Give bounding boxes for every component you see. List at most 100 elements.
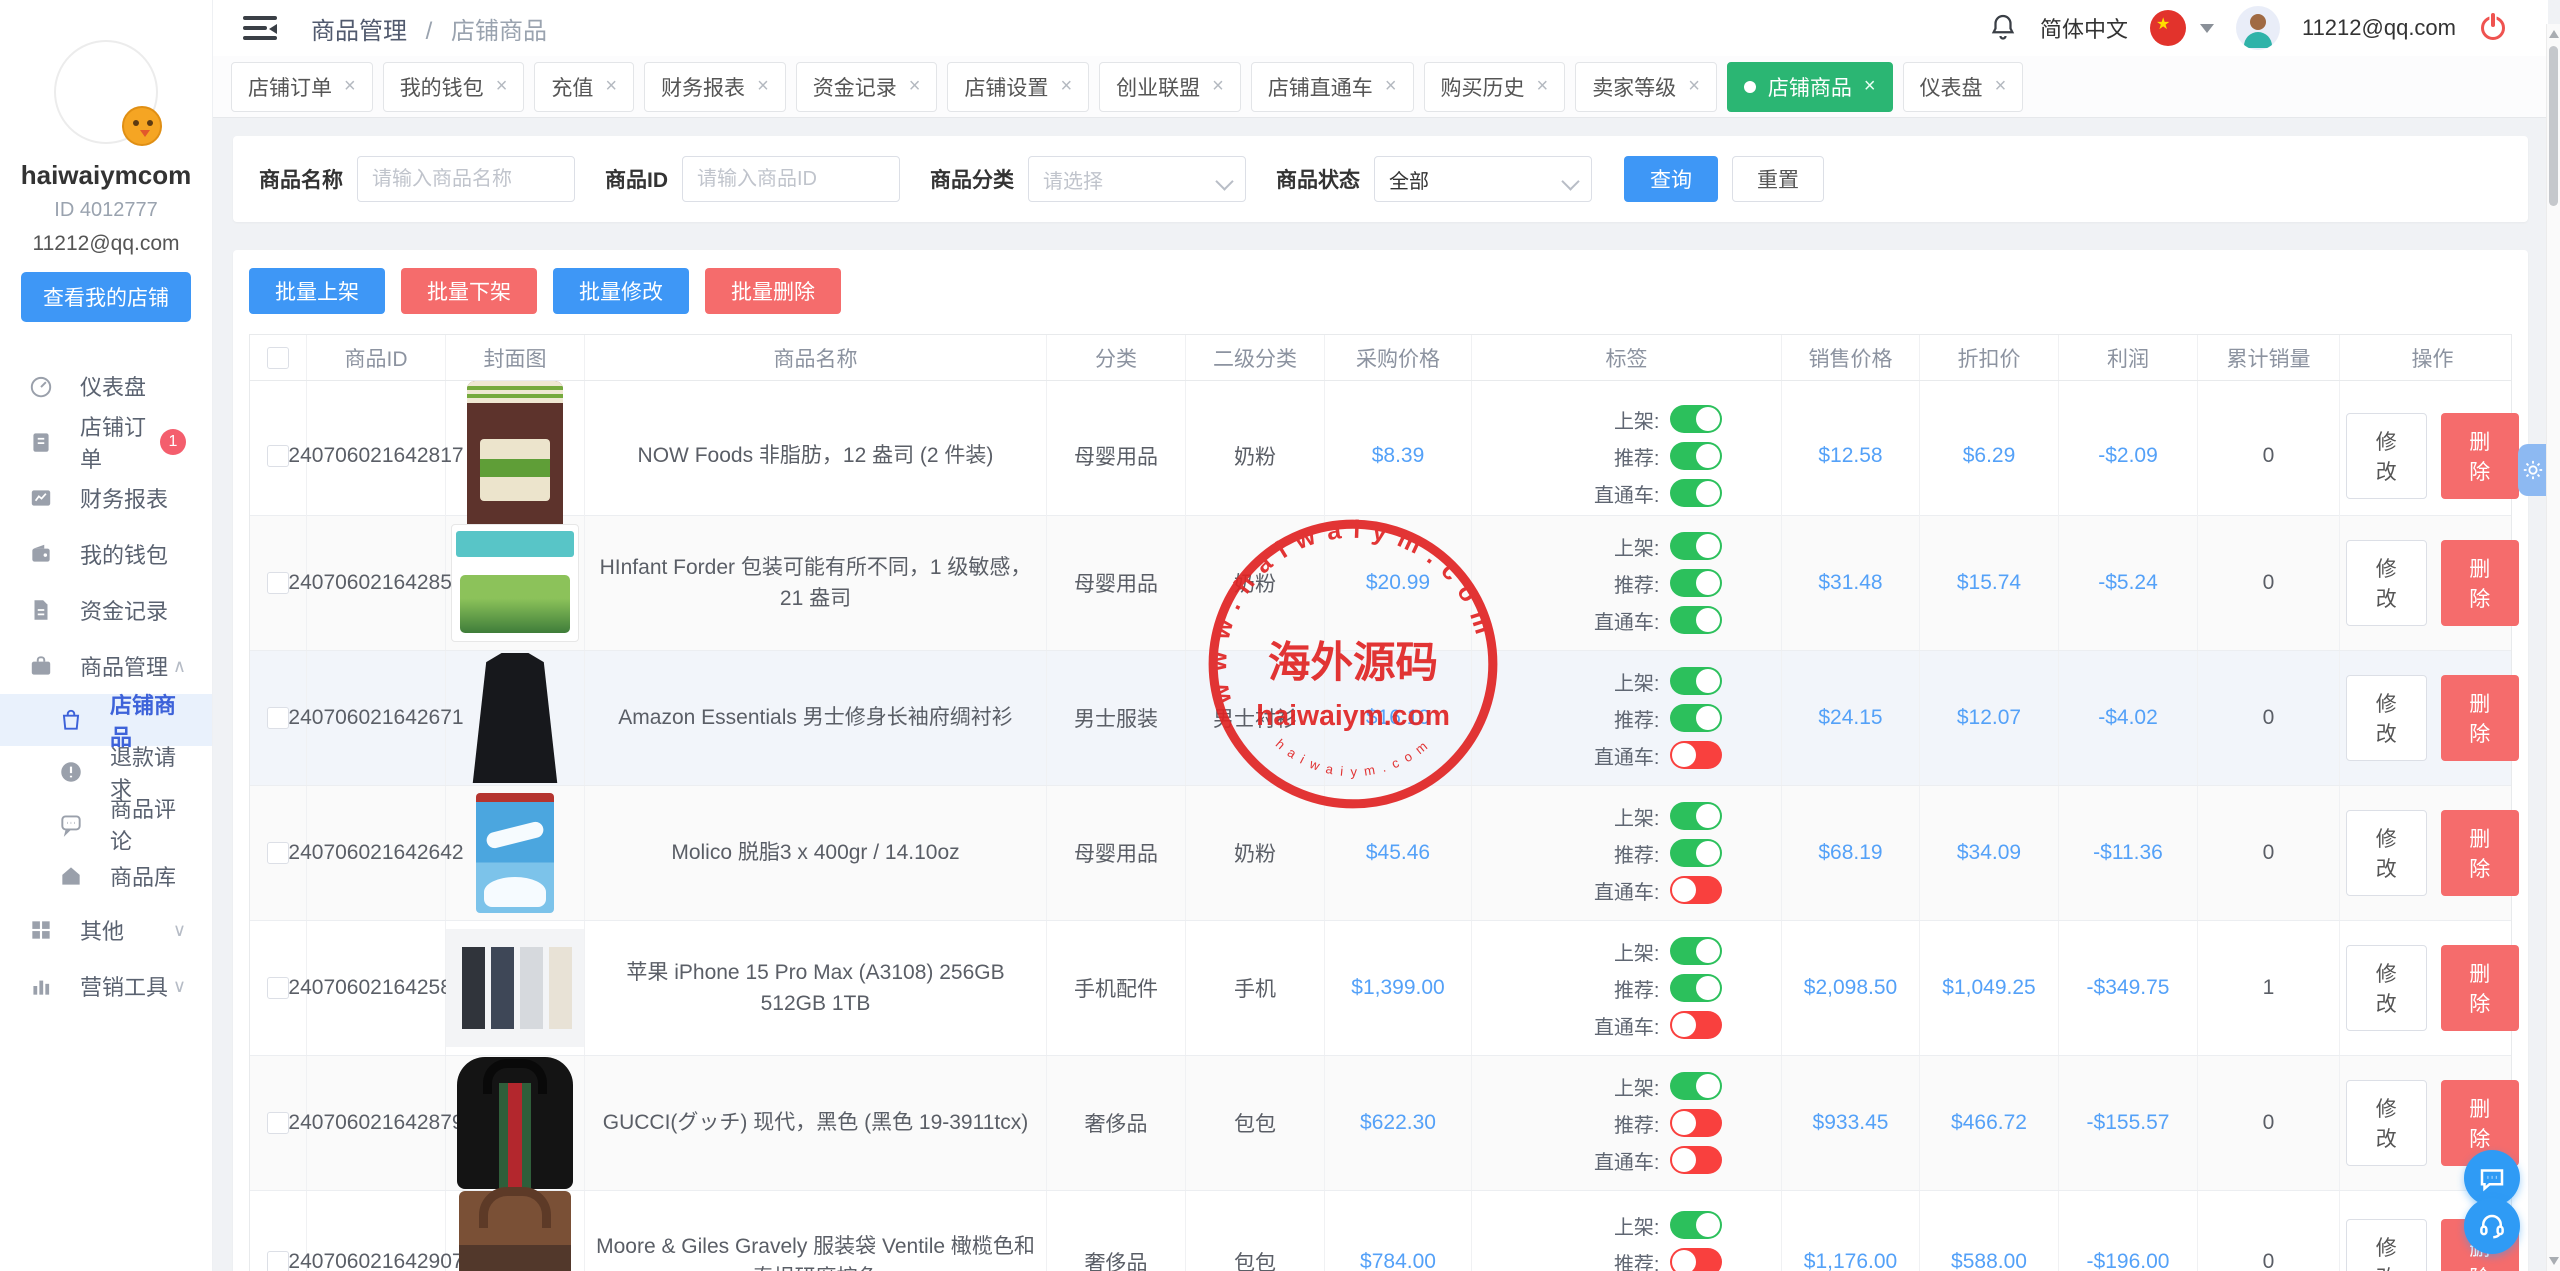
batch-off-shelf-button[interactable]: 批量下架 (401, 268, 537, 314)
row-checkbox[interactable] (267, 842, 289, 864)
sidebar-item-funds-record[interactable]: 资金记录 (0, 582, 212, 638)
edit-button[interactable]: 修改 (2346, 1080, 2427, 1166)
topbar-avatar[interactable] (2236, 6, 2280, 50)
tab-close-icon[interactable]: × (496, 75, 508, 98)
sidebar-item-product-comments[interactable]: 商品评论 (0, 798, 212, 850)
direct-train-toggle[interactable] (1670, 741, 1722, 769)
page-tab[interactable]: 购买历史 × (1424, 62, 1566, 112)
page-tab[interactable]: 仪表盘 × (1903, 62, 2024, 112)
recommend-toggle[interactable] (1670, 569, 1722, 597)
batch-on-shelf-button[interactable]: 批量上架 (249, 268, 385, 314)
breadcrumb-parent[interactable]: 商品管理 (311, 18, 407, 45)
page-tab[interactable]: 创业联盟 × (1099, 62, 1241, 112)
delete-button[interactable]: 删除 (2441, 413, 2520, 499)
reset-button[interactable]: 重置 (1732, 156, 1824, 202)
batch-edit-button[interactable]: 批量修改 (553, 268, 689, 314)
recommend-toggle[interactable] (1670, 704, 1722, 732)
sidebar-item-shop-products[interactable]: 店铺商品 (0, 694, 212, 746)
category-select[interactable]: 请选择 (1028, 156, 1246, 202)
recommend-toggle[interactable] (1670, 839, 1722, 867)
delete-button[interactable]: 删除 (2441, 945, 2520, 1031)
recommend-toggle[interactable] (1670, 974, 1722, 1002)
delete-button[interactable]: 删除 (2441, 540, 2520, 626)
tab-close-icon[interactable]: × (344, 75, 356, 98)
delete-button[interactable]: 删除 (2441, 810, 2520, 896)
customer-service-button[interactable] (2464, 1198, 2520, 1254)
direct-train-toggle[interactable] (1670, 876, 1722, 904)
edit-button[interactable]: 修改 (2346, 413, 2427, 499)
product-id-input[interactable] (682, 156, 900, 202)
sidebar-item-product-management[interactable]: 商品管理 ∧ (0, 638, 212, 694)
direct-train-toggle[interactable] (1670, 479, 1722, 507)
tab-close-icon[interactable]: × (909, 75, 921, 98)
on-shelf-toggle[interactable] (1670, 1211, 1722, 1239)
on-shelf-toggle[interactable] (1670, 405, 1722, 433)
direct-train-toggle[interactable] (1670, 1011, 1722, 1039)
sidebar-collapse-icon[interactable] (243, 16, 277, 40)
sidebar-item-other[interactable]: 其他 ∨ (0, 902, 212, 958)
page-tab[interactable]: 卖家等级 × (1575, 62, 1717, 112)
on-shelf-toggle[interactable] (1670, 1072, 1722, 1100)
scroll-up-arrow-icon[interactable] (2549, 30, 2559, 38)
status-select[interactable]: 全部 (1374, 156, 1592, 202)
recommend-toggle[interactable] (1670, 442, 1722, 470)
notification-bell-icon[interactable] (1988, 11, 2018, 46)
row-checkbox[interactable] (267, 572, 289, 594)
batch-delete-button[interactable]: 批量删除 (705, 268, 841, 314)
sidebar-item-product-library[interactable]: 商品库 (0, 850, 212, 902)
recommend-toggle[interactable] (1670, 1248, 1722, 1271)
tab-close-icon[interactable]: × (1212, 75, 1224, 98)
language-caret-icon[interactable] (2200, 24, 2214, 33)
page-tab[interactable]: 充值 × (534, 62, 634, 112)
tab-close-icon[interactable]: × (1688, 75, 1700, 98)
row-checkbox[interactable] (267, 1112, 289, 1134)
page-tab[interactable]: 资金记录 × (796, 62, 938, 112)
tab-close-icon[interactable]: × (1864, 75, 1876, 98)
page-tab[interactable]: 店铺直通车 × (1251, 62, 1414, 112)
logout-power-icon[interactable] (2478, 13, 2508, 43)
page-tab[interactable]: 店铺订单 × (231, 62, 373, 112)
delete-button[interactable]: 删除 (2441, 675, 2520, 761)
edit-button[interactable]: 修改 (2346, 810, 2427, 896)
edit-button[interactable]: 修改 (2346, 1219, 2427, 1271)
scroll-down-arrow-icon[interactable] (2549, 1257, 2559, 1265)
on-shelf-toggle[interactable] (1670, 532, 1722, 560)
tab-close-icon[interactable]: × (757, 75, 769, 98)
page-tab[interactable]: 财务报表 × (644, 62, 786, 112)
tab-close-icon[interactable]: × (1995, 75, 2007, 98)
row-checkbox[interactable] (267, 1251, 289, 1271)
on-shelf-toggle[interactable] (1670, 937, 1722, 965)
sidebar-item-marketing-tools[interactable]: 营销工具 ∨ (0, 958, 212, 1014)
scrollbar-thumb[interactable] (2549, 46, 2558, 206)
language-label[interactable]: 简体中文 (2040, 12, 2128, 44)
sidebar-item-refund-requests[interactable]: 退款请求 (0, 746, 212, 798)
page-tab[interactable]: 店铺设置 × (947, 62, 1089, 112)
settings-panel-tab[interactable] (2518, 444, 2548, 496)
sidebar-item-wallet[interactable]: 我的钱包 (0, 526, 212, 582)
tab-close-icon[interactable]: × (1060, 75, 1072, 98)
row-checkbox[interactable] (267, 707, 289, 729)
sidebar-item-dashboard[interactable]: 仪表盘 (0, 358, 212, 414)
edit-button[interactable]: 修改 (2346, 945, 2427, 1031)
select-all-checkbox[interactable] (267, 347, 289, 369)
recommend-toggle[interactable] (1670, 1109, 1722, 1137)
edit-button[interactable]: 修改 (2346, 675, 2427, 761)
view-my-shop-button[interactable]: 查看我的店铺 (21, 272, 191, 322)
tab-close-icon[interactable]: × (1537, 75, 1549, 98)
product-name-input[interactable] (357, 156, 575, 202)
edit-button[interactable]: 修改 (2346, 540, 2427, 626)
sidebar-item-financial-report[interactable]: 财务报表 (0, 470, 212, 526)
row-checkbox[interactable] (267, 445, 289, 467)
on-shelf-toggle[interactable] (1670, 802, 1722, 830)
page-tab[interactable]: 我的钱包 × (383, 62, 525, 112)
on-shelf-toggle[interactable] (1670, 667, 1722, 695)
direct-train-toggle[interactable] (1670, 606, 1722, 634)
page-tab[interactable]: 店铺商品 × (1727, 62, 1893, 112)
tab-close-icon[interactable]: × (605, 75, 617, 98)
direct-train-toggle[interactable] (1670, 1146, 1722, 1174)
search-button[interactable]: 查询 (1624, 156, 1718, 202)
sidebar-item-orders[interactable]: 店铺订单 1 (0, 414, 212, 470)
row-checkbox[interactable] (267, 977, 289, 999)
china-flag-icon[interactable] (2150, 10, 2186, 46)
tab-close-icon[interactable]: × (1385, 75, 1397, 98)
